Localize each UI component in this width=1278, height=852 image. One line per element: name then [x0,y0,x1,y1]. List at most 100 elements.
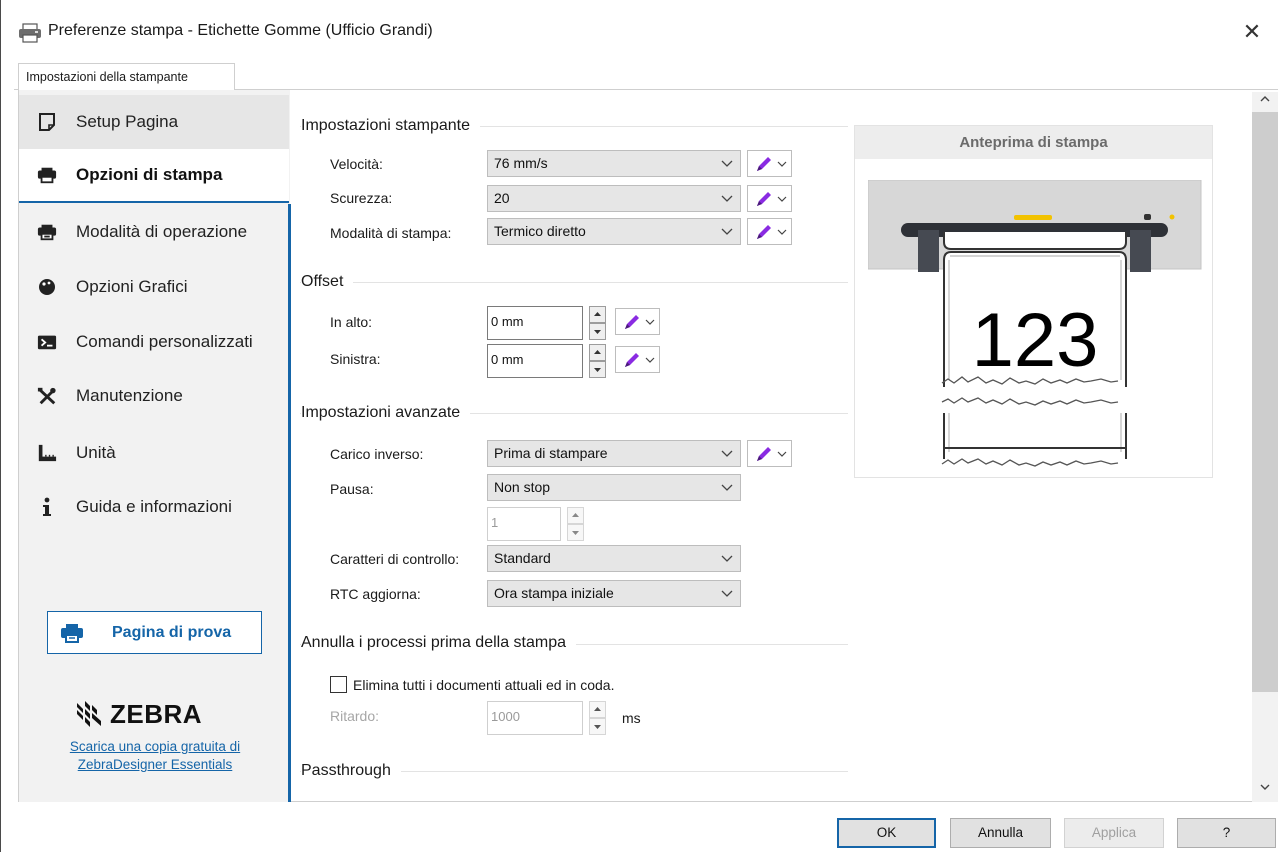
caret-down-icon [594,725,601,729]
sidebar-item-print-options[interactable]: Opzioni di stampa [19,149,289,203]
preview-label-number: 123 [972,298,1099,383]
offset-left-input[interactable]: 0 mm [487,344,583,378]
offset-left-printer-default-button[interactable] [615,346,660,373]
caret-down-icon [594,368,601,372]
chevron-down-icon [721,228,733,235]
print-mode-label: Modalità di stampa: [330,225,452,241]
spin-down-button[interactable] [589,323,606,340]
sidebar-item-label: Manutenzione [76,386,183,405]
print-mode-select[interactable]: Termico diretto [487,218,741,245]
ok-button[interactable]: OK [837,818,936,848]
chevron-down-icon [645,357,655,363]
spin-up-button[interactable] [589,306,606,323]
test-page-label: Pagina di prova [112,623,232,641]
spin-up-button[interactable] [589,344,606,361]
tab-printer-settings[interactable]: Impostazioni della stampante [18,63,235,91]
pencil-icon [757,447,771,461]
delay-spinner[interactable] [589,701,606,735]
caret-up-icon [594,312,601,316]
sidebar-item-graphics-options[interactable]: Opzioni Grafici [19,260,289,314]
sidebar-item-maintenance[interactable]: Manutenzione [19,369,289,423]
zebra-brand-text: ZEBRA [110,698,203,729]
terminal-icon [37,332,57,352]
pause-count-input[interactable]: 1 [487,507,561,541]
chevron-down-icon [777,451,787,457]
download-designer-link[interactable]: Scarica una copia gratuita di ZebraDesig… [40,738,270,774]
darkness-printer-default-button[interactable] [747,185,792,212]
spin-up-button[interactable] [567,507,584,524]
zebra-logo: ZEBRA [74,696,234,732]
backfeed-printer-default-button[interactable] [747,440,792,467]
printer-icon [60,622,84,644]
pencil-icon [757,192,771,206]
spin-down-button[interactable] [589,718,606,735]
spin-down-button[interactable] [589,361,606,378]
delay-input[interactable]: 1000 [487,701,583,735]
caret-up-icon [594,707,601,711]
sidebar-item-label: Setup Pagina [76,112,179,131]
delay-label: Ritardo: [330,708,380,724]
sidebar-item-label: Comandi personalizzati [76,332,253,351]
offset-top-input[interactable]: 0 mm [487,306,583,340]
scrollbar-thumb[interactable] [1252,112,1278,692]
sidebar-item-help-info[interactable]: Guida e informazioni [19,480,289,534]
offset-top-printer-default-button[interactable] [615,308,660,335]
chevron-down-icon [721,555,733,562]
spin-down-button[interactable] [567,524,584,541]
sidebar-item-custom-commands[interactable]: Comandi personalizzati [19,315,289,369]
speed-value: 76 mm/s [494,155,548,171]
sidebar-item-label: Guida e informazioni [76,497,232,516]
test-page-button[interactable]: Pagina di prova [47,611,262,654]
printer-mode-icon [37,222,57,242]
sidebar-item-page-setup[interactable]: Setup Pagina [19,95,289,149]
sidebar-item-label: Unità [76,443,116,462]
cancel-button[interactable]: Annulla [950,818,1051,848]
section-title-cancel-jobs: Annulla i processi prima della stampa [301,634,577,652]
rtc-select[interactable]: Ora stampa iniziale [487,580,741,607]
chevron-down-icon [777,229,787,235]
pause-count-spinner[interactable] [567,507,584,541]
control-chars-select[interactable]: Standard [487,545,741,572]
backfeed-label: Carico inverso: [330,446,424,462]
scroll-up-arrow-icon[interactable] [1252,92,1278,112]
section-divider [300,282,848,283]
sidebar-accent-line [288,204,291,802]
pencil-icon [625,353,639,367]
chevron-down-icon [721,484,733,491]
offset-top-label: In alto: [330,314,373,330]
apply-button[interactable]: Applica [1064,818,1164,848]
delay-unit: ms [622,710,641,726]
offset-top-spinner[interactable] [589,306,606,340]
chevron-down-icon [721,195,733,202]
backfeed-select[interactable]: Prima di stampare [487,440,741,467]
printer-icon [37,165,57,185]
close-button[interactable]: ✕ [1232,14,1272,50]
sidebar-item-operation-mode[interactable]: Modalità di operazione [19,205,289,259]
download-link-line1: Scarica una copia gratuita di [69,739,241,754]
caret-up-icon [594,350,601,354]
offset-left-spinner[interactable] [589,344,606,378]
section-title-passthrough: Passthrough [301,762,401,780]
pause-select[interactable]: Non stop [487,474,741,501]
help-button[interactable]: ? [1177,818,1276,848]
speed-printer-default-button[interactable] [747,150,792,177]
tools-icon [37,386,57,406]
info-icon [37,497,57,517]
print-mode-printer-default-button[interactable] [747,218,792,245]
pencil-icon [625,315,639,329]
sidebar-item-units[interactable]: Unità [19,426,289,480]
palette-icon [37,277,57,297]
speed-select[interactable]: 76 mm/s [487,150,741,177]
sidebar-item-label: Opzioni di stampa [76,165,223,184]
darkness-select[interactable]: 20 [487,185,741,212]
window-title: Preferenze stampa - Etichette Gomme (Uff… [48,22,433,39]
chevron-down-icon [721,450,733,457]
darkness-label: Scurezza: [330,190,393,206]
scroll-down-arrow-icon[interactable] [1252,780,1278,800]
page-icon [37,112,57,132]
ruler-icon [37,443,57,463]
spin-up-button[interactable] [589,701,606,718]
section-title-offset: Offset [301,273,354,291]
rtc-value: Ora stampa iniziale [494,585,614,601]
delete-queued-docs-checkbox[interactable] [330,676,347,693]
